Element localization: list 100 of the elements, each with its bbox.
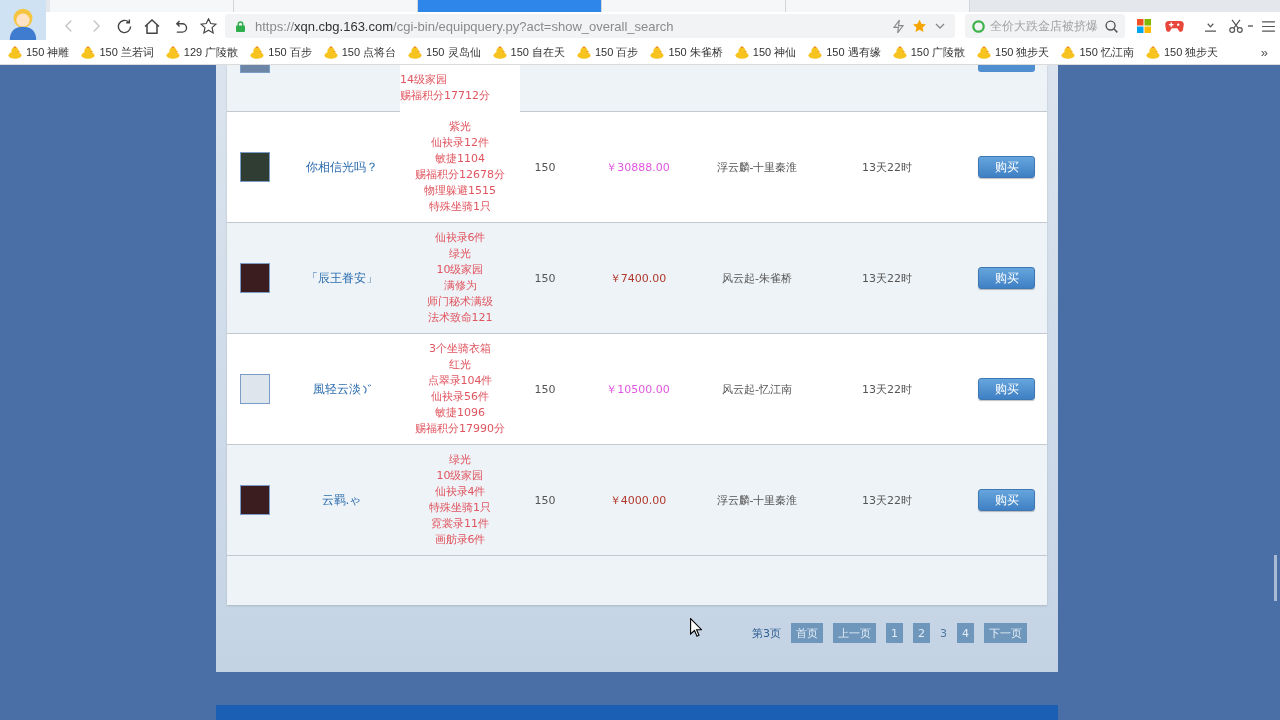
search-field[interactable]: 全价大跌金店被挤爆 <box>965 14 1125 38</box>
bookmark[interactable]: 150 自在天 <box>492 44 565 60</box>
attribute-text: 霓裳录11件 <box>431 516 489 532</box>
server-name: 风云起-朱雀桥 <box>722 270 792 286</box>
time-remaining: 13天22时 <box>862 270 912 286</box>
bookmark[interactable]: 150 百步 <box>576 44 639 60</box>
server-name: 风云起-忆江南 <box>722 381 792 397</box>
chick-icon <box>576 45 591 59</box>
reload-icon[interactable] <box>116 18 132 34</box>
chick-icon <box>323 45 338 59</box>
attribute-text: 敏捷1104 <box>435 151 485 167</box>
attribute-text: 仙袂录6件 <box>434 230 486 246</box>
attribute-text: 绿光 <box>449 452 471 468</box>
bookmark[interactable]: 129 广陵散 <box>165 44 239 60</box>
scrollbar-thumb[interactable] <box>1274 555 1277 601</box>
character-level: 150 <box>534 382 556 396</box>
server-name: 浮云麟-十里秦淮 <box>716 159 798 175</box>
time-remaining: 13天22时 <box>862 381 912 397</box>
chick-icon <box>81 45 96 59</box>
current-page: 3 <box>940 626 947 640</box>
character-name[interactable]: 「辰王眷安」 <box>305 269 378 287</box>
attribute-text: 点翠录104件 <box>427 373 493 389</box>
cursor-icon <box>690 618 702 637</box>
bookmark[interactable]: 150 朱雀桥 <box>650 44 723 60</box>
chick-icon <box>650 45 665 59</box>
attribute-text: 3个坐骑衣箱 <box>429 341 491 357</box>
star-icon[interactable] <box>199 18 217 34</box>
star-icon[interactable] <box>912 19 927 33</box>
home-icon[interactable] <box>144 18 160 34</box>
server-name: 浮云麟-十里秦淮 <box>716 492 798 508</box>
attribute-text: 绿光 <box>449 246 471 262</box>
attribute-text: 仙袂录56件 <box>431 389 489 405</box>
bookmark[interactable]: 150 独步天 <box>977 44 1050 60</box>
attribute-text: 物理躲避1515 <box>424 183 496 199</box>
price: ￥7400.00 <box>609 270 667 286</box>
attribute-text: 赐福积分12678分 <box>415 167 505 183</box>
character-level: 150 <box>534 493 556 507</box>
bookmark[interactable]: 150 遇有缘 <box>808 44 881 60</box>
character-level: 150 <box>534 271 556 285</box>
back-icon[interactable] <box>64 20 72 32</box>
address-field[interactable]: https://xqn.cbg.163.com/cgi-bin/equipquery.py?act=show_overall_search <box>225 14 955 38</box>
attribute-text: 师门秘术满级 <box>427 294 493 310</box>
attribute-text: 14级家园 <box>400 72 447 88</box>
chick-icon <box>1061 45 1076 59</box>
attribute-text: 特殊坐骑1只 <box>429 199 491 215</box>
chick-icon <box>1145 45 1160 59</box>
portrait-placeholder <box>240 485 270 515</box>
bookmark[interactable]: 150 神仙 <box>734 44 797 60</box>
bookmark[interactable]: 150 独步天 <box>1145 44 1219 60</box>
gamepad-icon[interactable] <box>1165 19 1184 33</box>
more-bookmarks-button[interactable]: » <box>1260 44 1268 60</box>
chevron-down-icon[interactable] <box>935 23 945 29</box>
chick-icon <box>250 45 265 59</box>
attribute-text: 法术致命121 <box>427 310 493 326</box>
price: ￥30888.00 <box>606 159 670 175</box>
bookmark[interactable]: 150 百步 <box>250 44 312 60</box>
attribute-text: 红光 <box>449 357 471 373</box>
menu-icon[interactable] <box>1262 20 1275 32</box>
attribute-text: 10级家园 <box>436 262 484 278</box>
forward-icon[interactable] <box>92 20 100 32</box>
lock-icon <box>236 20 245 32</box>
bookmark[interactable]: 150 灵岛仙 <box>408 44 481 60</box>
chick-icon <box>165 45 180 59</box>
portrait-placeholder <box>240 263 270 293</box>
chick-icon <box>892 45 907 59</box>
character-level: 150 <box>534 160 556 174</box>
attribute-text: 10级家园 <box>436 468 484 484</box>
attribute-text: 赐福积分17712分 <box>400 88 490 104</box>
search-icon[interactable] <box>1105 19 1118 33</box>
bookmark[interactable]: 150 广陵散 <box>892 44 966 60</box>
attribute-text: 赐福积分17990分 <box>415 421 505 437</box>
chick-icon <box>808 45 823 59</box>
price: ￥4000.00 <box>609 492 667 508</box>
user-avatar[interactable] <box>0 0 46 40</box>
bookmark[interactable]: 150 忆江南 <box>1061 44 1134 60</box>
time-remaining: 13天22时 <box>862 492 912 508</box>
chick-icon <box>408 45 423 59</box>
time-remaining: 13天22时 <box>862 159 912 175</box>
ring-icon <box>972 19 985 33</box>
portrait-placeholder <box>240 374 270 404</box>
chick-icon <box>492 45 507 59</box>
attribute-text: 特殊坐骑1只 <box>429 500 491 516</box>
bookmark[interactable]: 150 神雕 <box>8 44 70 60</box>
chick-icon <box>8 45 22 59</box>
scissors-icon[interactable] <box>1229 19 1243 33</box>
character-name[interactable]: 風轻云淡 <box>312 380 361 398</box>
portrait-placeholder <box>240 65 270 73</box>
grid-icon[interactable] <box>1137 19 1151 33</box>
character-name[interactable]: 云羁.ゃ <box>321 491 362 509</box>
character-name[interactable]: 你相信光吗？ <box>305 158 378 176</box>
chick-icon <box>734 45 749 59</box>
attribute-text: 仙袂录4件 <box>434 484 486 500</box>
attribute-text: 敏捷1096 <box>435 405 485 421</box>
attribute-text: 仙袂录12件 <box>431 135 489 151</box>
attribute-text: 满修为 <box>443 278 477 294</box>
lightning-icon[interactable] <box>893 18 904 34</box>
bookmark[interactable]: 150 点将台 <box>323 44 397 60</box>
price: ￥10500.00 <box>606 381 670 397</box>
bookmark[interactable]: 150 兰若词 <box>81 44 154 60</box>
attribute-text: 紫光 <box>449 119 471 135</box>
